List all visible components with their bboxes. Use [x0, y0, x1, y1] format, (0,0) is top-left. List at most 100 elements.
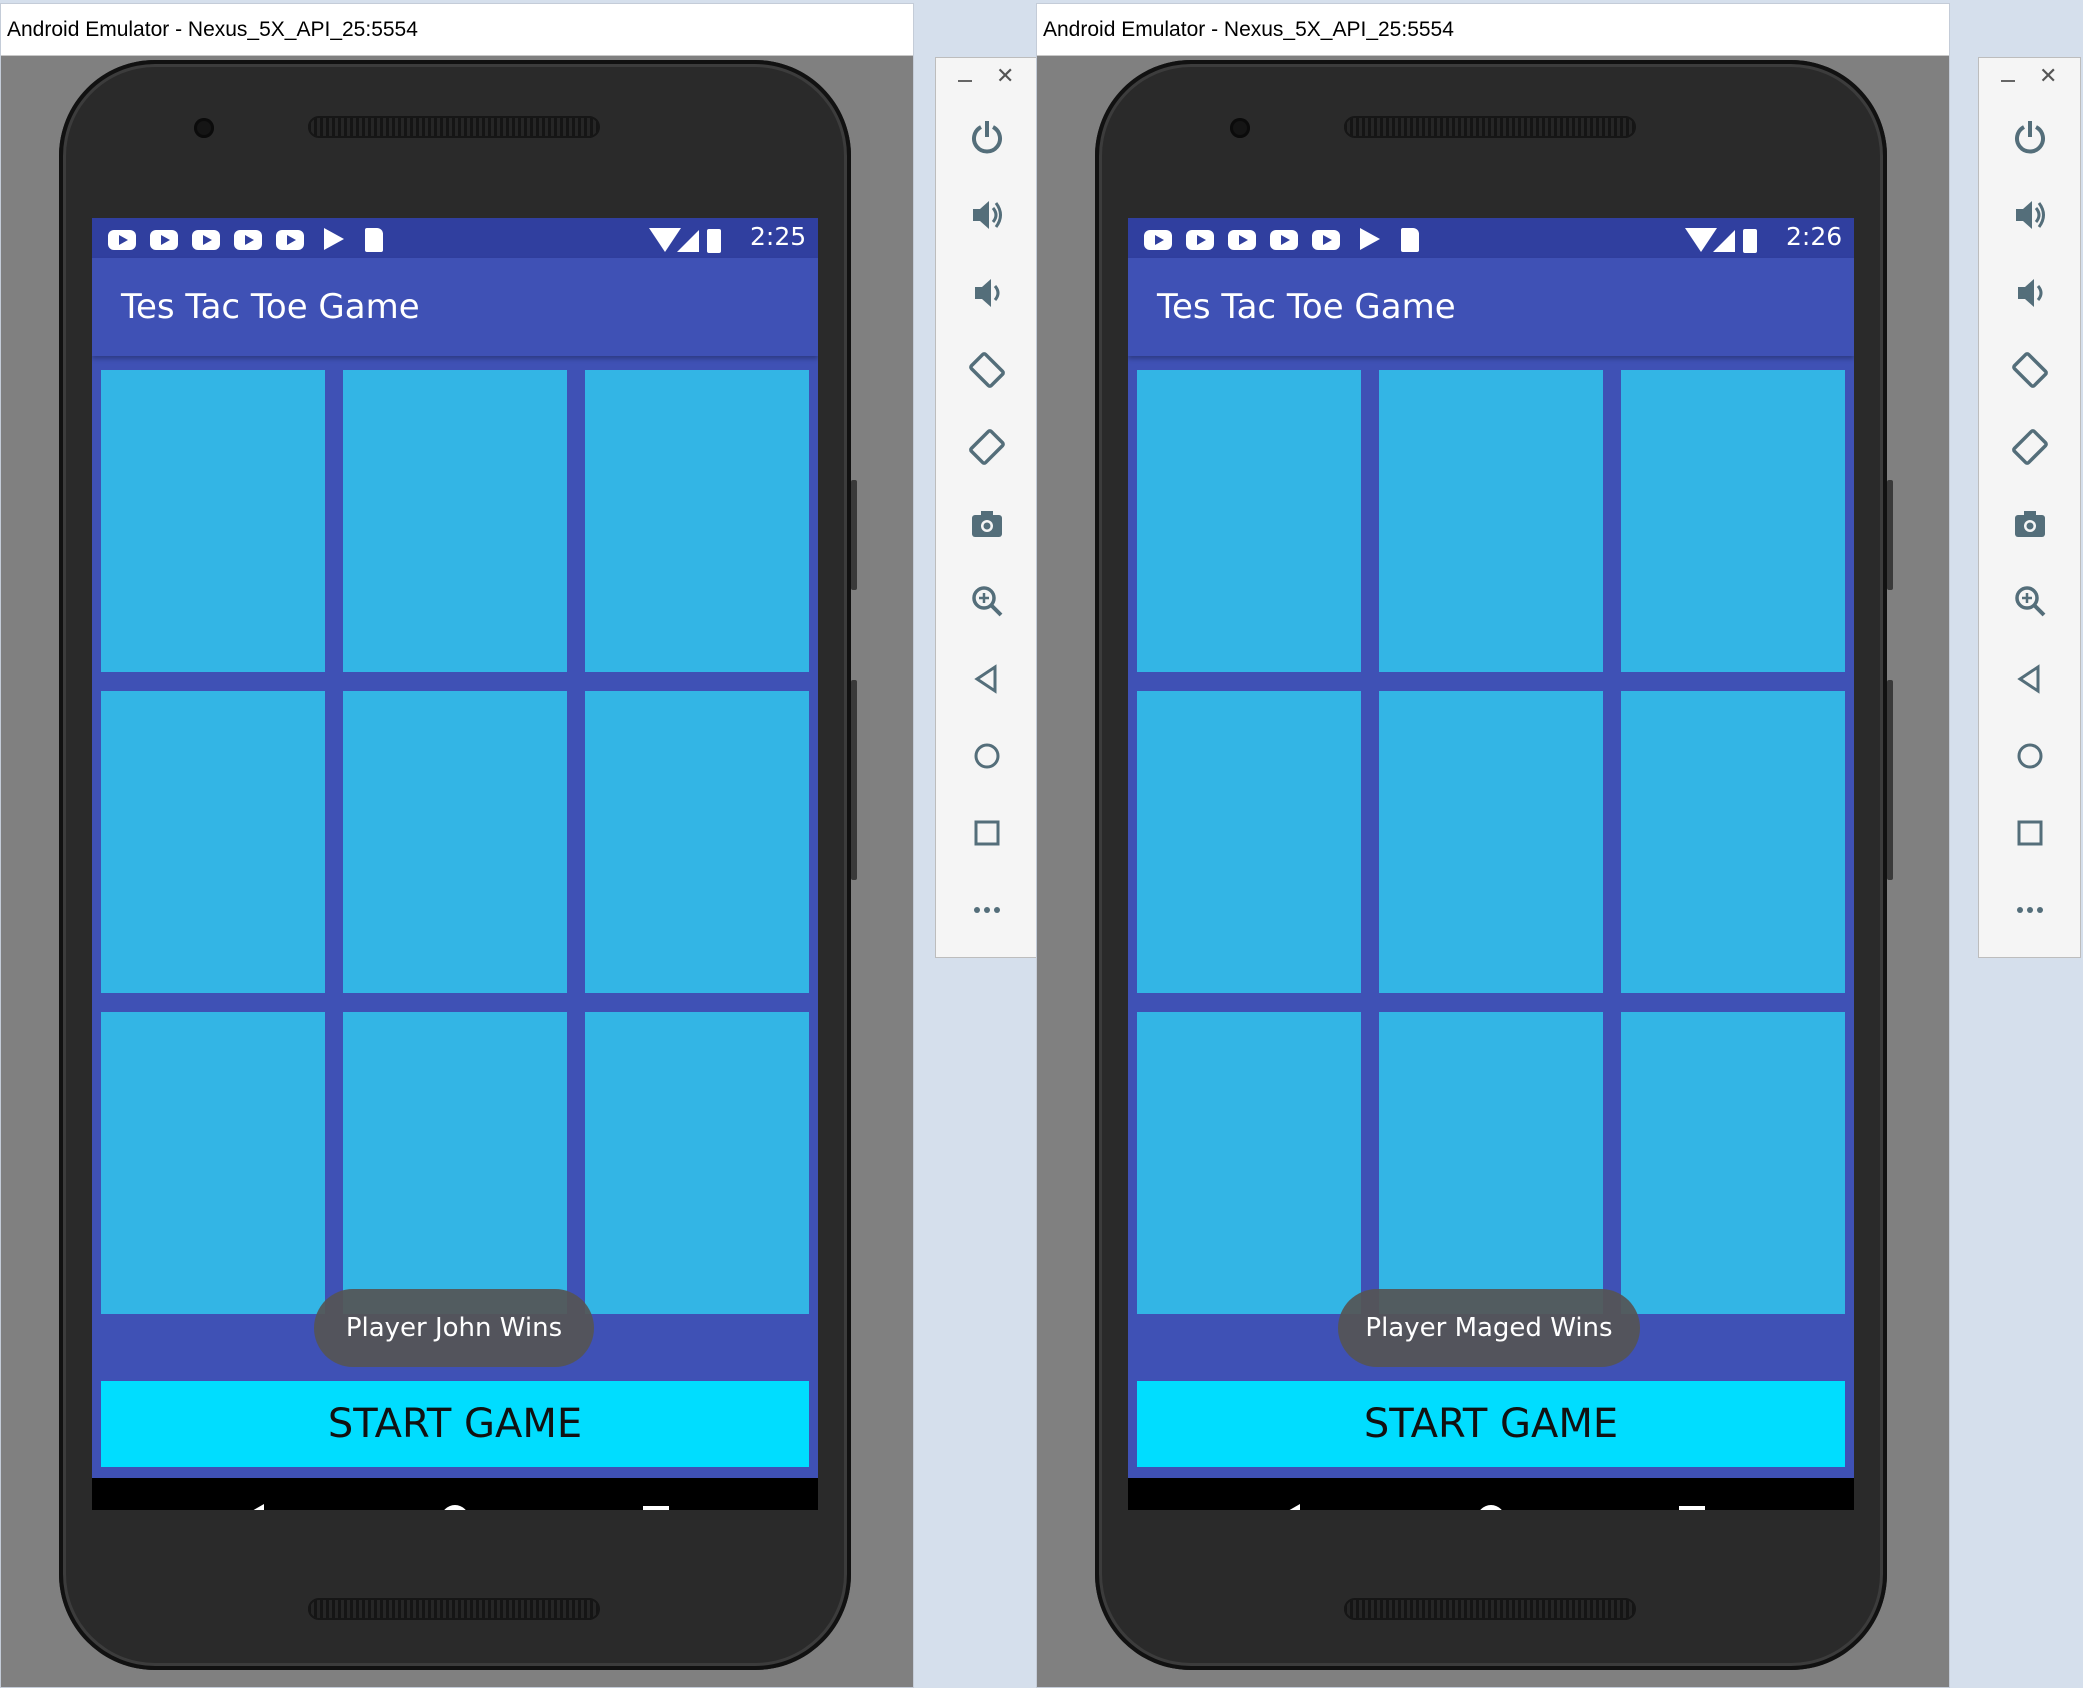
emulator-toolbar-1: ✕ — [935, 57, 1038, 958]
rotate-left-icon[interactable] — [962, 345, 1012, 395]
volume-up-icon[interactable] — [962, 190, 1012, 240]
home-icon[interactable] — [962, 731, 1012, 781]
game-cell-1[interactable] — [1137, 370, 1361, 672]
youtube-notification-icon — [234, 230, 262, 250]
play-store-icon — [324, 228, 344, 250]
earpiece-speaker — [308, 116, 600, 138]
emulator-body: 2:26 Tes Tac Toe Game START GAME Player … — [1037, 56, 1949, 1687]
rotate-right-icon[interactable] — [962, 422, 1012, 472]
toast-message: Player John Wins — [314, 1289, 594, 1367]
game-cell-2[interactable] — [1379, 370, 1603, 672]
emulator-toolbar-2: ✕ — [1978, 57, 2081, 958]
emulator-window-2: Android Emulator - Nexus_5X_API_25:5554 — [1036, 3, 1950, 1688]
game-cell-1[interactable] — [101, 370, 325, 672]
front-camera — [194, 118, 214, 138]
app-title: Tes Tac Toe Game — [121, 287, 420, 327]
overview-icon[interactable] — [643, 1506, 669, 1510]
game-cell-2[interactable] — [343, 370, 567, 672]
game-cell-7[interactable] — [1137, 1012, 1361, 1314]
youtube-notification-icon — [1312, 230, 1340, 250]
clock: 2:26 — [1786, 222, 1843, 251]
game-cell-8[interactable] — [1379, 1012, 1603, 1314]
start-game-button[interactable]: START GAME — [101, 1381, 809, 1467]
close-icon[interactable]: ✕ — [996, 63, 1014, 89]
zoom-icon[interactable] — [962, 576, 1012, 626]
game-cell-9[interactable] — [585, 1012, 809, 1314]
rotate-right-icon[interactable] — [2005, 422, 2055, 472]
volume-down-icon[interactable] — [962, 268, 1012, 318]
home-icon[interactable] — [441, 1505, 469, 1510]
game-cell-5[interactable] — [1379, 691, 1603, 993]
phone-screen: 2:26 Tes Tac Toe Game START GAME Player … — [1128, 218, 1854, 1510]
back-icon[interactable] — [2005, 654, 2055, 704]
game-cell-8[interactable] — [343, 1012, 567, 1314]
youtube-notification-icon — [150, 230, 178, 250]
youtube-notification-icon — [276, 230, 304, 250]
more-icon[interactable] — [962, 885, 1012, 935]
game-cell-5[interactable] — [343, 691, 567, 993]
home-icon[interactable] — [2005, 731, 2055, 781]
bottom-speaker — [308, 1598, 600, 1620]
phone-screen: 2:25 Tes Tac Toe Game START GAME Player … — [92, 218, 818, 1510]
battery-icon — [707, 229, 721, 253]
minimize-icon[interactable] — [958, 80, 972, 82]
youtube-notification-icon — [1144, 230, 1172, 250]
home-icon[interactable] — [1477, 1505, 1505, 1510]
youtube-notification-icon — [108, 230, 136, 250]
start-game-button[interactable]: START GAME — [1137, 1381, 1845, 1467]
zoom-icon[interactable] — [2005, 576, 2055, 626]
more-icon[interactable] — [2005, 885, 2055, 935]
close-icon[interactable]: ✕ — [2039, 63, 2057, 89]
camera-icon[interactable] — [962, 499, 1012, 549]
play-store-icon — [1360, 228, 1380, 250]
side-button-power[interactable] — [851, 480, 857, 590]
battery-icon — [1743, 229, 1757, 253]
emulator-window-1: Android Emulator - Nexus_5X_API_25:5554 — [0, 3, 914, 1688]
game-cell-4[interactable] — [101, 691, 325, 993]
overview-icon[interactable] — [962, 808, 1012, 858]
game-cell-4[interactable] — [1137, 691, 1361, 993]
toast-message: Player Maged Wins — [1338, 1289, 1640, 1367]
earpiece-speaker — [1344, 116, 1636, 138]
volume-up-icon[interactable] — [2005, 190, 2055, 240]
status-bar: 2:25 — [92, 218, 818, 258]
app-title: Tes Tac Toe Game — [1157, 287, 1456, 327]
back-icon[interactable] — [238, 1504, 264, 1510]
side-button-power[interactable] — [1887, 480, 1893, 590]
window-title: Android Emulator - Nexus_5X_API_25:5554 — [1037, 4, 1949, 56]
app-bar: Tes Tac Toe Game — [92, 258, 818, 356]
signal-icon — [677, 230, 699, 252]
game-cell-3[interactable] — [585, 370, 809, 672]
side-button-volume[interactable] — [1887, 680, 1893, 880]
navigation-bar — [92, 1478, 818, 1510]
game-cell-6[interactable] — [1621, 691, 1845, 993]
rotate-left-icon[interactable] — [2005, 345, 2055, 395]
overview-icon[interactable] — [1679, 1506, 1705, 1510]
camera-icon[interactable] — [2005, 499, 2055, 549]
back-icon[interactable] — [1274, 1504, 1300, 1510]
power-icon[interactable] — [962, 113, 1012, 163]
minimize-icon[interactable] — [2001, 80, 2015, 82]
front-camera — [1230, 118, 1250, 138]
phone-frame: 2:26 Tes Tac Toe Game START GAME Player … — [1095, 60, 1893, 1670]
youtube-notification-icon — [1228, 230, 1256, 250]
back-icon[interactable] — [962, 654, 1012, 704]
navigation-bar — [1128, 1478, 1854, 1510]
power-icon[interactable] — [2005, 113, 2055, 163]
overview-icon[interactable] — [2005, 808, 2055, 858]
sd-card-icon — [1401, 228, 1419, 252]
app-bar: Tes Tac Toe Game — [1128, 258, 1854, 356]
game-cell-7[interactable] — [101, 1012, 325, 1314]
window-title: Android Emulator - Nexus_5X_API_25:5554 — [1, 4, 913, 56]
clock: 2:25 — [750, 222, 807, 251]
youtube-notification-icon — [1186, 230, 1214, 250]
side-button-volume[interactable] — [851, 680, 857, 880]
sd-card-icon — [365, 228, 383, 252]
game-cell-6[interactable] — [585, 691, 809, 993]
volume-down-icon[interactable] — [2005, 268, 2055, 318]
youtube-notification-icon — [1270, 230, 1298, 250]
status-bar: 2:26 — [1128, 218, 1854, 258]
phone-frame: 2:25 Tes Tac Toe Game START GAME Player … — [59, 60, 857, 1670]
game-cell-3[interactable] — [1621, 370, 1845, 672]
game-cell-9[interactable] — [1621, 1012, 1845, 1314]
